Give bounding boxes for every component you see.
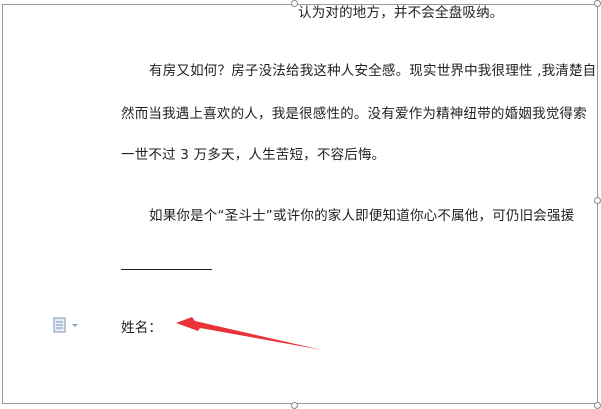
red-arrow-annotation [176,317,322,350]
